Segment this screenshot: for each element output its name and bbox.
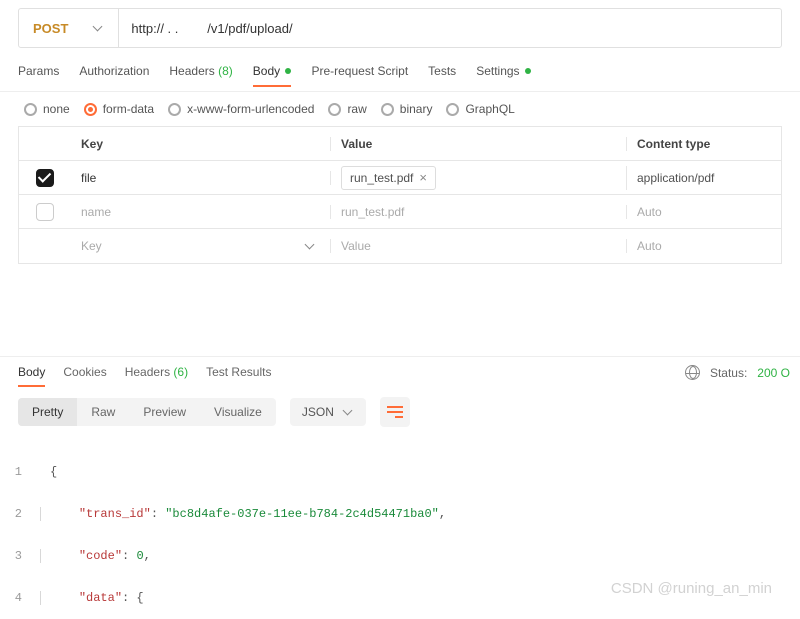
radio-icon <box>328 103 341 116</box>
wrap-icon <box>387 406 403 418</box>
radio-raw[interactable]: raw <box>328 102 366 116</box>
view-raw[interactable]: Raw <box>77 398 129 426</box>
radio-form-data[interactable]: form-data <box>84 102 154 116</box>
response-view-bar: Pretty Raw Preview Visualize JSON <box>0 387 800 437</box>
col-header-ct: Content type <box>627 137 781 151</box>
response-tabs: Body Cookies Headers (6) Test Results St… <box>0 357 800 387</box>
resp-tab-body[interactable]: Body <box>18 365 45 387</box>
response-body[interactable]: 1{ 2 "trans_id": "bc8d4afe-037e-11ee-b78… <box>0 437 800 611</box>
radio-icon <box>168 103 181 116</box>
format-select[interactable]: JSON <box>290 398 366 426</box>
col-header-value: Value <box>331 137 627 151</box>
wrap-toggle[interactable] <box>380 397 410 427</box>
remove-file-icon[interactable]: × <box>419 169 427 187</box>
body-type-row: none form-data x-www-form-urlencoded raw… <box>0 92 800 126</box>
view-segment: Pretty Raw Preview Visualize <box>18 398 276 426</box>
url-bar: POST <box>18 8 782 48</box>
value-cell[interactable]: Value <box>331 239 627 253</box>
radio-icon <box>24 103 37 116</box>
row-checkbox[interactable] <box>36 203 54 221</box>
radio-icon <box>446 103 459 116</box>
view-preview[interactable]: Preview <box>129 398 200 426</box>
radio-none[interactable]: none <box>24 102 70 116</box>
tab-authorization[interactable]: Authorization <box>79 64 149 86</box>
tab-prerequest[interactable]: Pre-request Script <box>311 64 408 86</box>
status-label: Status: <box>710 366 747 380</box>
table-row: file run_test.pdf × application/pdf <box>19 161 781 195</box>
content-type-cell[interactable]: Auto <box>627 239 781 253</box>
table-row: name run_test.pdf Auto <box>19 195 781 229</box>
resp-tab-tests[interactable]: Test Results <box>206 365 271 387</box>
file-chip[interactable]: run_test.pdf × <box>341 166 436 190</box>
chevron-down-icon <box>344 407 354 417</box>
col-header-key: Key <box>71 137 331 151</box>
key-input[interactable]: Key <box>71 239 331 253</box>
table-header: Key Value Content type <box>19 127 781 161</box>
radio-icon <box>381 103 394 116</box>
radio-binary[interactable]: binary <box>381 102 433 116</box>
url-input[interactable] <box>119 21 781 36</box>
modified-dot-icon <box>525 68 531 74</box>
chevron-down-icon[interactable] <box>306 241 316 251</box>
value-cell[interactable]: run_test.pdf × <box>331 166 627 190</box>
value-cell[interactable]: run_test.pdf <box>331 205 627 219</box>
content-type-cell[interactable]: Auto <box>627 205 781 219</box>
http-method-value: POST <box>33 21 68 36</box>
key-input[interactable]: file <box>71 171 331 185</box>
tab-settings[interactable]: Settings <box>476 64 531 86</box>
content-type-cell[interactable]: application/pdf <box>627 171 781 185</box>
form-data-table: Key Value Content type file run_test.pdf… <box>18 126 782 264</box>
view-visualize[interactable]: Visualize <box>200 398 276 426</box>
network-icon[interactable] <box>685 365 700 380</box>
view-pretty[interactable]: Pretty <box>18 398 77 426</box>
row-checkbox[interactable] <box>36 169 54 187</box>
response-panel: Body Cookies Headers (6) Test Results St… <box>0 356 800 611</box>
response-meta: Status: 200 O <box>685 365 790 380</box>
resp-tab-cookies[interactable]: Cookies <box>63 365 106 387</box>
tab-body[interactable]: Body <box>253 64 292 86</box>
radio-xwww[interactable]: x-www-form-urlencoded <box>168 102 314 116</box>
chevron-down-icon <box>94 23 104 33</box>
key-input[interactable]: name <box>71 205 331 219</box>
radio-icon <box>84 103 97 116</box>
tab-tests[interactable]: Tests <box>428 64 456 86</box>
tab-params[interactable]: Params <box>18 64 59 86</box>
status-code: 200 O <box>757 366 790 380</box>
tab-headers[interactable]: Headers (8) <box>169 64 232 86</box>
modified-dot-icon <box>285 68 291 74</box>
request-tabs: Params Authorization Headers (8) Body Pr… <box>0 58 800 92</box>
radio-graphql[interactable]: GraphQL <box>446 102 514 116</box>
http-method-select[interactable]: POST <box>19 9 119 47</box>
resp-tab-headers[interactable]: Headers (6) <box>125 365 188 387</box>
table-row-new: Key Value Auto <box>19 229 781 263</box>
